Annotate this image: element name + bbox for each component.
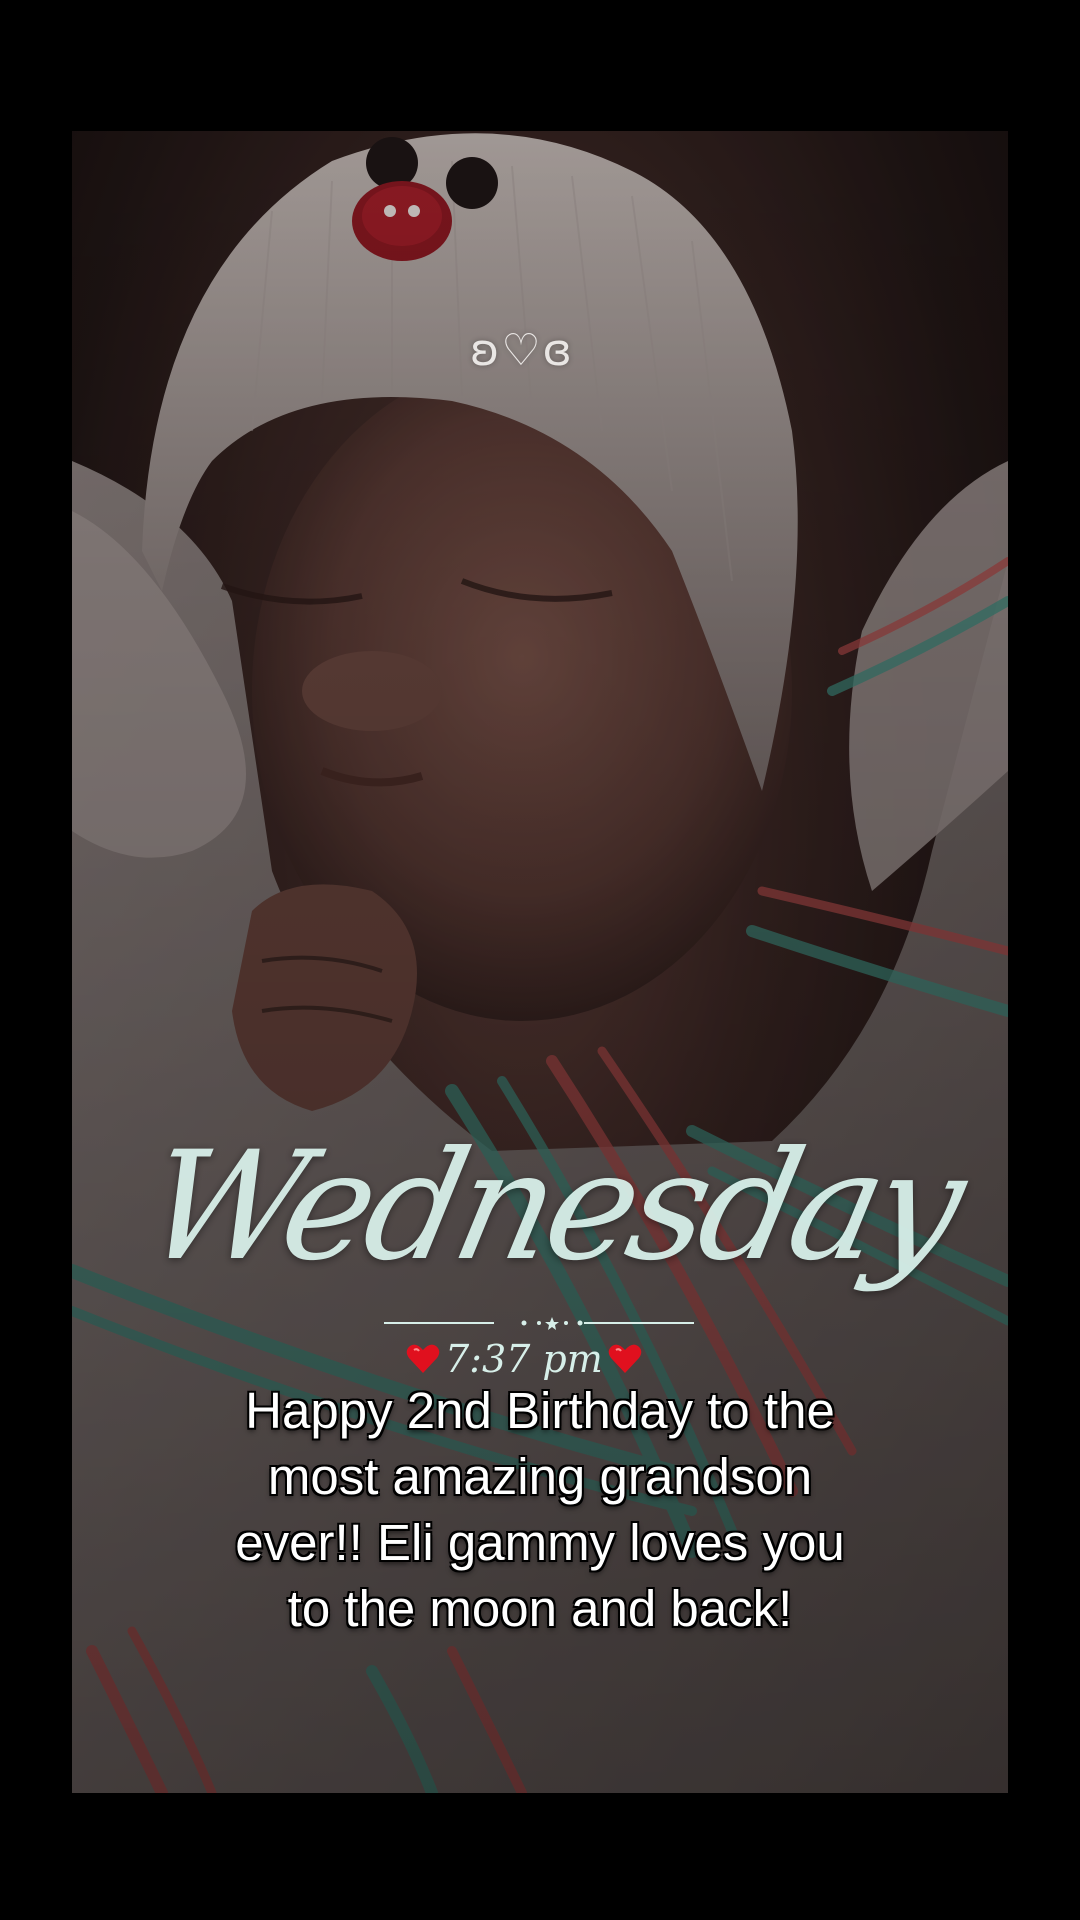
hearts-sticker: ʚ♡ɞ [470, 325, 574, 376]
decorative-divider [384, 1317, 694, 1330]
weekday-script: Wednesday [131, 1120, 974, 1294]
caption-text: Happy 2nd Birthday to the most amazing g… [170, 1378, 910, 1642]
time-stamp: 7:37 pm [405, 1336, 643, 1382]
heart-icon [406, 1344, 440, 1373]
caption-line: ever!! Eli gammy loves you [235, 1514, 845, 1571]
caption-line: Happy 2nd Birthday to the [245, 1382, 835, 1439]
caption-line: to the moon and back! [287, 1580, 793, 1637]
caption-line: most amazing grandson [267, 1448, 813, 1505]
heart-icon [608, 1344, 642, 1373]
time-text: 7:37 pm [445, 1337, 603, 1381]
video-frame: ʚ♡ɞ Wednesday 7:37 pm Happy 2nd Birthday… [0, 0, 1080, 1920]
